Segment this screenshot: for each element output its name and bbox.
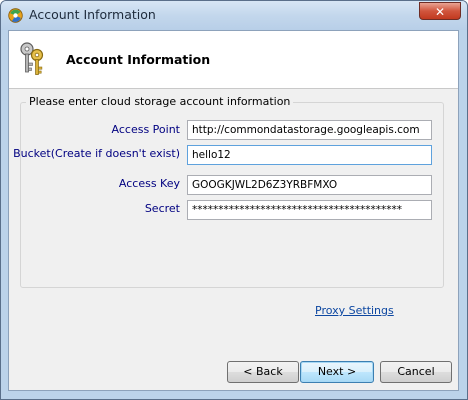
cancel-button[interactable]: Cancel	[380, 361, 452, 383]
keys-icon	[20, 42, 44, 75]
wizard-header: Account Information	[9, 31, 458, 89]
close-button[interactable]: ✕	[419, 2, 461, 20]
access-key-label: Access Key	[118, 177, 180, 190]
back-button[interactable]: < Back	[227, 361, 299, 383]
dialog-body: Account Information Please enter cloud s…	[8, 30, 459, 391]
dialog-window: Account Information ✕ Account Informatio…	[0, 0, 468, 400]
access-key-input[interactable]	[187, 175, 432, 195]
bucket-input[interactable]	[187, 145, 432, 165]
next-button[interactable]: Next >	[300, 361, 374, 383]
app-icon	[8, 8, 23, 23]
proxy-settings-link[interactable]: Proxy Settings	[315, 304, 394, 317]
group-title: Please enter cloud storage account infor…	[26, 95, 294, 108]
title-bar[interactable]: Account Information ✕	[1, 1, 467, 30]
secret-label: Secret	[144, 202, 180, 215]
page-title: Account Information	[66, 52, 211, 67]
bucket-label: Bucket(Create if doesn't exist)	[13, 147, 180, 160]
secret-input[interactable]	[187, 200, 432, 220]
window-title: Account Information	[29, 7, 156, 22]
access-point-label: Access Point	[111, 123, 180, 136]
access-point-input[interactable]	[187, 120, 432, 140]
